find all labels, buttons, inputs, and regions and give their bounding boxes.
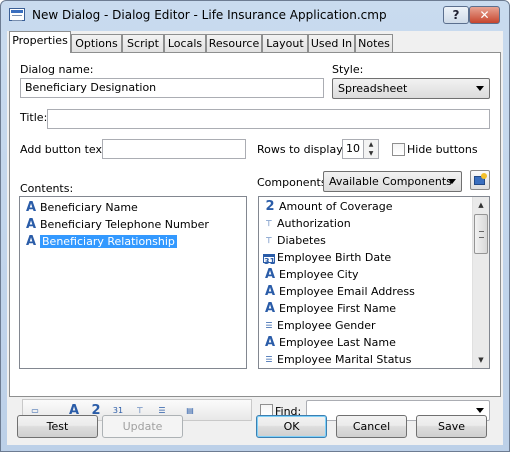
hide-buttons-checkbox[interactable] — [392, 143, 405, 156]
text-icon: A — [25, 234, 37, 249]
text-icon: A — [264, 301, 276, 316]
number-icon: 2 — [265, 199, 275, 214]
update-button[interactable]: Update — [102, 415, 183, 438]
list-item[interactable]: A Employee City — [263, 267, 359, 283]
list-item[interactable]: A Beneficiary Telephone Number — [24, 217, 209, 233]
scroll-up-icon[interactable]: ▲ — [473, 197, 489, 213]
rows-to-display-label: Rows to display: — [257, 143, 346, 156]
dialog-window: New Dialog - Dialog Editor - Life Insura… — [0, 0, 510, 452]
list-icon: ☰ — [265, 355, 273, 364]
components-scrollbar[interactable]: ▲ ▼ — [472, 197, 489, 368]
title-input[interactable] — [47, 109, 490, 129]
contents-list[interactable]: A Beneficiary Name A Beneficiary Telephone… — [19, 196, 247, 369]
save-button[interactable]: Save — [416, 415, 487, 438]
list-item[interactable]: ⊤ Diabetes — [263, 233, 326, 249]
list-item[interactable]: A Employee Email Address — [263, 284, 415, 300]
tree-icon: ⊤ — [265, 219, 273, 228]
add-table-icon[interactable]: ▤ — [181, 403, 199, 419]
dialog-name-label: Dialog name: — [20, 63, 94, 76]
list-item[interactable]: ☰ Employee Gender — [263, 318, 375, 334]
list-item[interactable]: 31 Employee Birth Date — [263, 250, 391, 266]
test-button[interactable]: Test — [17, 415, 98, 438]
text-icon: A — [264, 267, 276, 282]
add-component-button[interactable] — [470, 170, 490, 190]
list-item[interactable]: A Employee First Name — [263, 301, 396, 317]
tab-options[interactable]: Options — [71, 34, 122, 52]
components-select[interactable]: Available Components — [323, 171, 462, 192]
dialog-name-input[interactable]: Beneficiary Designation — [20, 78, 324, 98]
components-select-value: Available Components — [329, 175, 452, 188]
close-button[interactable]: ✕ — [469, 6, 500, 24]
tree-icon: ⊤ — [265, 236, 273, 245]
tab-used-in[interactable]: Used In — [308, 34, 355, 52]
rows-spinner[interactable]: ▲ ▼ — [364, 139, 379, 159]
title-bar[interactable]: New Dialog - Dialog Editor - Life Insura… — [1, 1, 509, 29]
spin-up-icon[interactable]: ▲ — [364, 140, 378, 149]
style-value: Spreadsheet — [338, 82, 408, 95]
ok-button[interactable]: OK — [256, 415, 327, 438]
components-list[interactable]: 2 Amount of Coverage ⊤ Authorization ⊤ Diab… — [258, 196, 490, 369]
chevron-down-icon — [448, 179, 456, 184]
text-icon: A — [264, 284, 276, 299]
style-select[interactable]: Spreadsheet — [332, 78, 490, 99]
style-label: Style: — [332, 63, 364, 76]
hide-buttons-label: Hide buttons — [407, 143, 478, 156]
list-item[interactable]: 2 Amount of Coverage — [263, 199, 392, 215]
text-icon: A — [25, 217, 37, 232]
dialog-editor-icon — [9, 8, 25, 21]
chevron-down-icon — [476, 408, 484, 413]
list-item[interactable]: A Employee Last Name — [263, 335, 396, 351]
window-title: New Dialog - Dialog Editor - Life Insura… — [32, 8, 387, 22]
scroll-thumb[interactable] — [474, 214, 488, 254]
list-item[interactable]: A Beneficiary Name — [24, 200, 138, 216]
cancel-button[interactable]: Cancel — [336, 415, 407, 438]
title-label: Title: — [20, 111, 48, 124]
rows-to-display-input[interactable]: 10 — [342, 139, 364, 159]
components-label: Components: — [257, 176, 331, 189]
list-item-selected[interactable]: A Beneficiary Relationship — [24, 234, 177, 250]
calendar-icon: 31 — [263, 253, 275, 266]
properties-panel: Dialog name: Beneficiary Designation Sty… — [9, 52, 501, 421]
help-button[interactable]: ? — [443, 6, 469, 24]
tab-locals[interactable]: Locals — [164, 34, 206, 52]
tab-notes[interactable]: Notes — [355, 34, 393, 52]
contents-label: Contents: — [20, 182, 74, 195]
list-item[interactable]: ☰ Employee Marital Status — [263, 352, 411, 368]
scroll-down-icon[interactable]: ▼ — [473, 352, 489, 368]
list-icon: ☰ — [265, 321, 273, 330]
text-icon: A — [25, 200, 37, 215]
tab-resource[interactable]: Resource — [206, 34, 262, 52]
tab-script[interactable]: Script — [122, 34, 164, 52]
tab-layout[interactable]: Layout — [262, 34, 308, 52]
tab-properties[interactable]: Properties — [9, 31, 71, 53]
text-icon: A — [264, 335, 276, 350]
chevron-down-icon — [476, 86, 484, 91]
spin-down-icon[interactable]: ▼ — [364, 149, 378, 158]
add-button-text-label: Add button text: — [20, 143, 110, 156]
list-item[interactable]: ⊤ Authorization — [263, 216, 351, 232]
add-button-text-input[interactable] — [102, 139, 246, 159]
client-area: Properties Options Script Locals Resourc… — [7, 31, 503, 445]
